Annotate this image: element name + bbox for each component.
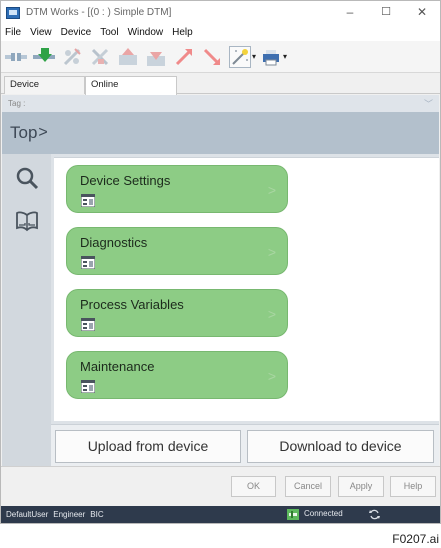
menu-tile-list: Device Settings > Diagnostics > Process … [54, 157, 439, 421]
parameter-menu-icon [80, 379, 96, 394]
window-title: DTM Works - [(0 : ) Simple DTM] [26, 7, 172, 18]
connection-status-icon [287, 509, 299, 520]
app-window-icon [6, 6, 20, 19]
chevron-right-icon: > [267, 368, 276, 384]
upload-from-device-button[interactable]: Upload from device [55, 430, 241, 463]
chevron-right-icon: > [267, 182, 276, 198]
apply-button[interactable]: Apply [338, 476, 384, 497]
ok-button[interactable]: OK [231, 476, 276, 497]
main-menu-panel: Device Settings > Diagnostics > Process … [51, 154, 439, 424]
status-role: Engineer [53, 510, 86, 519]
breadcrumb-top[interactable]: Top [10, 123, 37, 143]
cancel-button[interactable]: Cancel [285, 476, 331, 497]
side-tool-strip [2, 154, 51, 466]
connection-status-text: Connected [304, 509, 343, 518]
chevron-down-icon: ▾ [252, 52, 257, 61]
parameter-menu-icon [80, 193, 96, 208]
tile-label: Diagnostics [80, 235, 148, 250]
menu-window[interactable]: Window [128, 27, 164, 38]
arrow-down-icon[interactable] [201, 46, 223, 68]
upload-icon[interactable] [117, 46, 139, 68]
upload-to-host-icon[interactable] [33, 46, 55, 68]
tab-bar: Device Information Online ParameterX [1, 74, 440, 106]
menu-device[interactable]: Device [61, 27, 92, 38]
device-settings-tile[interactable]: Device Settings > [66, 165, 288, 213]
menu-view[interactable]: View [30, 27, 52, 38]
chevron-right-icon: > [267, 244, 276, 260]
printer-dropdown[interactable]: ▾ [260, 46, 287, 68]
toolbar: ▾ ▾ [1, 41, 440, 73]
tag-row: Tag : ﹀ [2, 95, 439, 112]
search-icon[interactable] [15, 166, 39, 190]
close-window-button[interactable]: ✕ [404, 1, 440, 24]
tools-icon[interactable] [89, 46, 111, 68]
printer-icon [260, 46, 282, 68]
title-bar: DTM Works - [(0 : ) Simple DTM] – ☐ ✕ [1, 1, 440, 24]
arrow-up-icon[interactable] [173, 46, 195, 68]
wizard-icon [229, 45, 251, 68]
parameter-menu-icon [80, 255, 96, 270]
tile-label: Process Variables [80, 297, 184, 312]
download-icon[interactable] [145, 46, 167, 68]
download-to-device-button[interactable]: Download to device [247, 430, 434, 463]
status-bar: DefaultUser Engineer BIC Connected [1, 506, 440, 523]
transfer-actions: Upload from device Download to device [51, 424, 439, 466]
minimize-button[interactable]: – [332, 1, 368, 24]
tab-online-parameter[interactable]: Online ParameterX [85, 76, 177, 106]
dtm-works-window: DTM Works - [(0 : ) Simple DTM] – ☐ ✕ Fi… [0, 0, 441, 524]
menu-help[interactable]: Help [172, 27, 193, 38]
manual-book-icon[interactable] [15, 209, 39, 233]
chevron-down-icon: ▾ [283, 52, 288, 61]
status-user: DefaultUser [6, 510, 49, 519]
maximize-button[interactable]: ☐ [368, 1, 404, 24]
breadcrumb: Top > [2, 112, 439, 154]
connect-icon[interactable] [5, 46, 27, 68]
tile-label: Device Settings [80, 173, 171, 188]
tag-label: Tag : [8, 99, 26, 108]
menu-bar: File View Device Tool Window Help [1, 24, 440, 41]
tab-device-information[interactable]: Device Information [4, 76, 85, 106]
status-mode: BIC [90, 510, 104, 519]
maintenance-tile[interactable]: Maintenance > [66, 351, 288, 399]
chevron-right-icon: > [267, 306, 276, 322]
wizard-dropdown[interactable]: ▾ [229, 45, 257, 68]
process-variables-tile[interactable]: Process Variables > [66, 289, 288, 337]
sync-icon [369, 509, 380, 520]
menu-file[interactable]: File [5, 27, 21, 38]
tile-label: Maintenance [80, 359, 155, 374]
expand-chevron-icon[interactable]: ﹀ [424, 97, 433, 110]
diagnostics-tile[interactable]: Diagnostics > [66, 227, 288, 275]
dialog-button-row: OK Cancel Apply Help [1, 466, 440, 506]
figure-caption: F0207.ai [392, 532, 439, 546]
menu-tool[interactable]: Tool [100, 27, 118, 38]
breadcrumb-separator: > [38, 124, 48, 141]
parameter-menu-icon [80, 317, 96, 332]
help-button[interactable]: Help [390, 476, 436, 497]
disconnect-icon[interactable] [61, 46, 83, 68]
